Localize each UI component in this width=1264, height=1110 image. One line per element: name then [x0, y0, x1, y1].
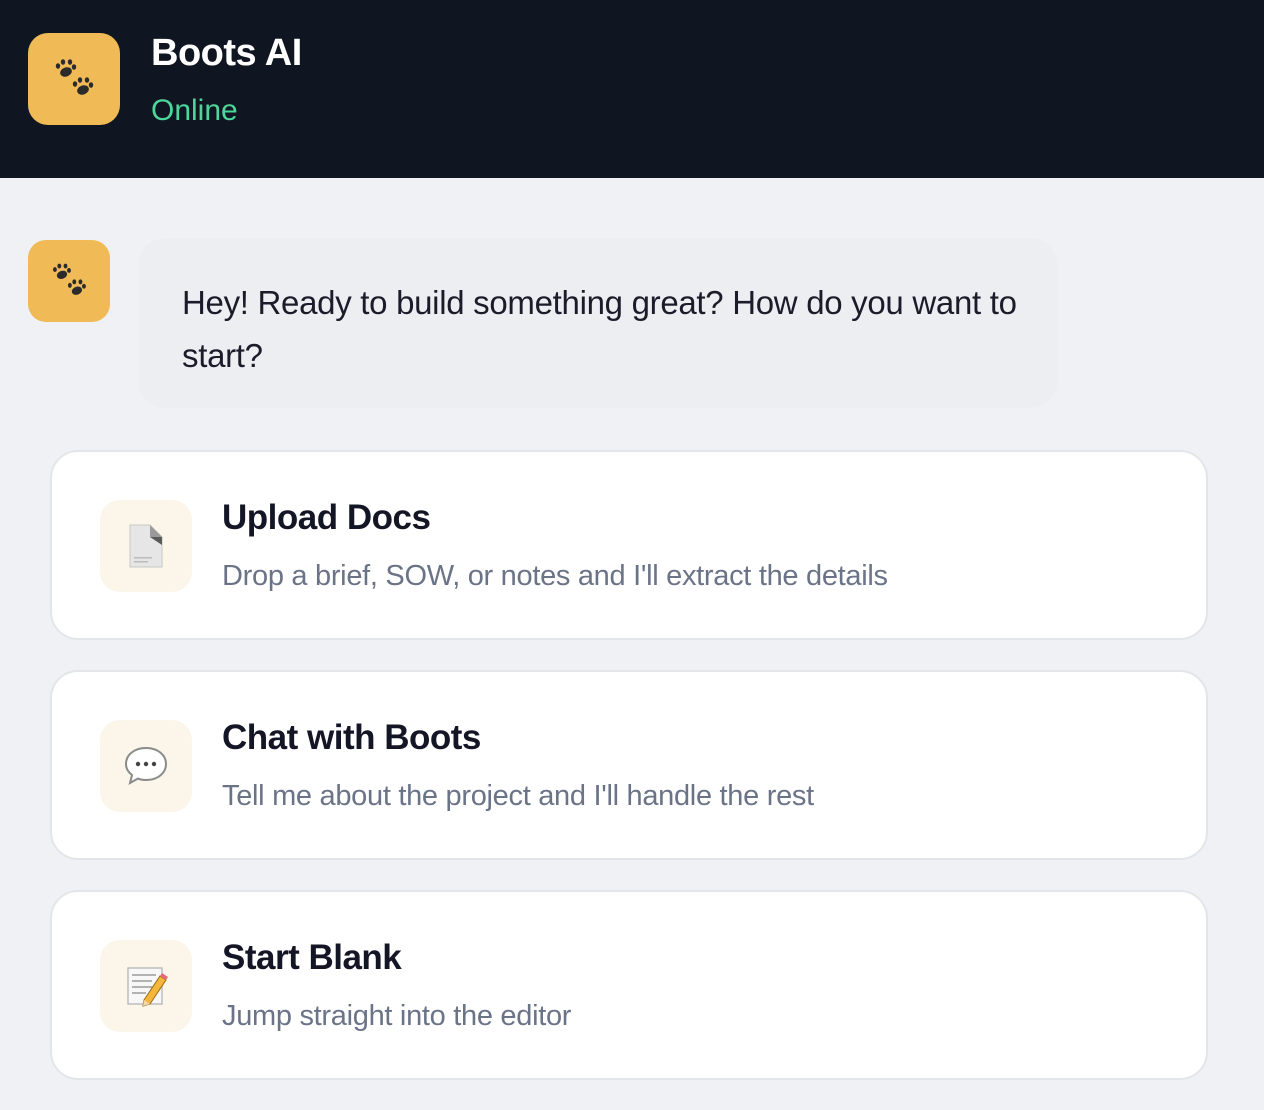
- message-bubble: Hey! Ready to build something great? How…: [138, 238, 1058, 408]
- option-title: Start Blank: [222, 938, 402, 977]
- paw-prints-icon: [55, 59, 94, 95]
- option-chat-with-boots[interactable]: Chat with Boots Tell me about the projec…: [50, 670, 1208, 860]
- option-start-blank[interactable]: Start Blank Jump straight into the edito…: [50, 890, 1208, 1080]
- memo-pencil-icon: [127, 967, 168, 1007]
- option-icon-box: [100, 500, 192, 592]
- bot-avatar: [28, 33, 120, 125]
- option-title: Upload Docs: [222, 498, 431, 537]
- option-icon-box: [100, 720, 192, 812]
- document-icon: [129, 524, 163, 568]
- message-text: Hey! Ready to build something great? How…: [182, 284, 1017, 374]
- option-title: Chat with Boots: [222, 718, 481, 757]
- option-description: Drop a brief, SOW, or notes and I'll ext…: [222, 560, 888, 592]
- option-description: Tell me about the project and I'll handl…: [222, 780, 814, 812]
- option-description: Jump straight into the editor: [222, 1000, 572, 1032]
- message-avatar: [28, 240, 110, 322]
- option-upload-docs[interactable]: Upload Docs Drop a brief, SOW, or notes …: [50, 450, 1208, 640]
- speech-bubble-icon: [124, 746, 168, 786]
- bot-name: Boots AI: [151, 32, 302, 74]
- option-icon-box: [100, 940, 192, 1032]
- paw-prints-icon: [52, 263, 86, 295]
- status-online: Online: [151, 94, 238, 127]
- chat-header: Boots AI Online: [0, 0, 1264, 178]
- chat-area: Hey! Ready to build something great? How…: [0, 178, 1264, 1110]
